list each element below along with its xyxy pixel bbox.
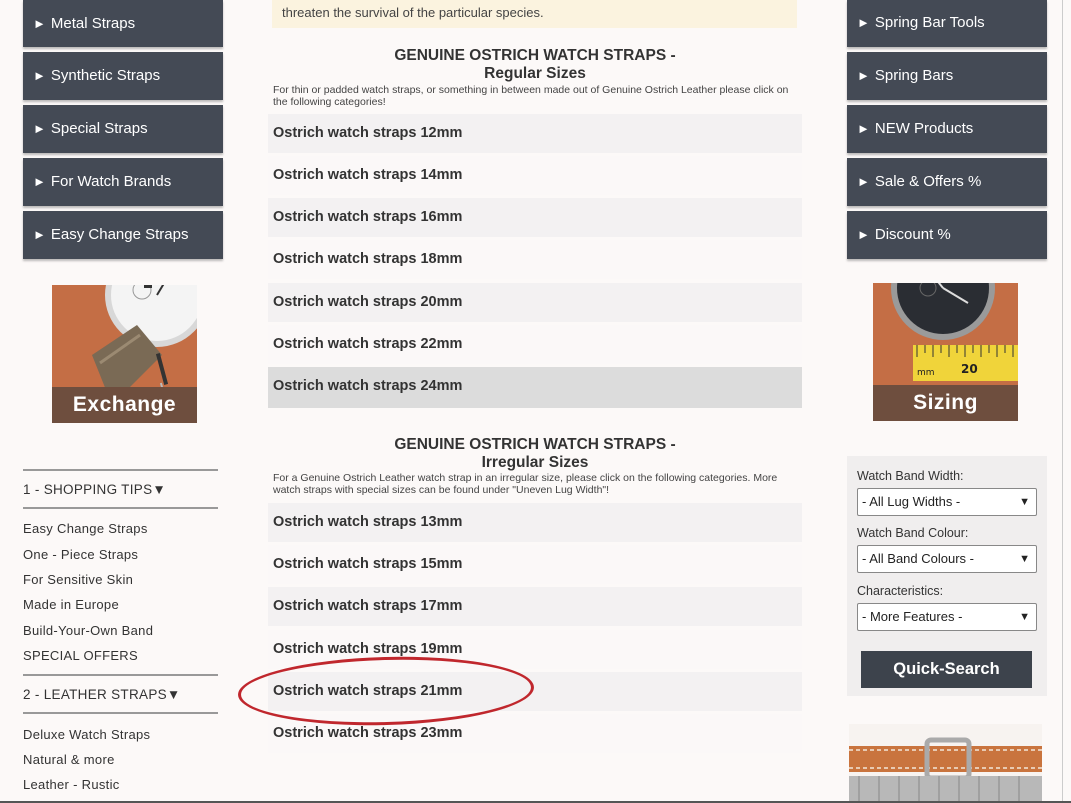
- list-item[interactable]: Ostrich watch straps 18mm: [268, 240, 802, 279]
- quick-search-button[interactable]: Quick-Search: [861, 651, 1032, 688]
- colour-filter-label: Watch Band Colour:: [857, 526, 969, 540]
- list-item[interactable]: Ostrich watch straps 17mm: [268, 587, 802, 626]
- scrollbar-edge: [1062, 0, 1063, 803]
- irregular-title-line1: GENUINE OSTRICH WATCH STRAPS -: [394, 436, 676, 453]
- strap-product-image[interactable]: [849, 724, 1042, 803]
- link-easy-change-straps[interactable]: Easy Change Straps: [23, 521, 148, 536]
- nav-new-products[interactable]: ► NEW Products: [847, 105, 1047, 153]
- triangle-right-icon: ►: [857, 68, 870, 83]
- characteristics-filter-select[interactable]: - More Features - ▼: [857, 603, 1037, 631]
- nav-label: Easy Change Straps: [50, 226, 189, 243]
- triangle-right-icon: ►: [33, 121, 46, 136]
- nav-for-watch-brands[interactable]: ► For Watch Brands: [23, 158, 223, 206]
- link-made-in-europe[interactable]: Made in Europe: [23, 597, 119, 612]
- nav-metal-straps[interactable]: ► Metal Straps: [23, 0, 223, 47]
- nav-label: Metal Straps: [50, 15, 136, 32]
- exchange-label: Exchange: [52, 387, 197, 423]
- sizing-label: Sizing: [873, 385, 1018, 421]
- nav-easy-change-straps[interactable]: ► Easy Change Straps: [23, 211, 223, 259]
- select-value: - All Band Colours -: [862, 551, 974, 566]
- list-item[interactable]: Ostrich watch straps 13mm: [268, 503, 802, 542]
- nav-spring-bar-tools[interactable]: ► Spring Bar Tools: [847, 0, 1047, 47]
- list-item[interactable]: Ostrich watch straps 12mm: [268, 114, 802, 153]
- triangle-right-icon: ►: [857, 15, 870, 30]
- colour-filter-select[interactable]: - All Band Colours - ▼: [857, 545, 1037, 573]
- nav-synthetic-straps[interactable]: ► Synthetic Straps: [23, 52, 223, 100]
- watch-strap-illustration: [849, 724, 1042, 803]
- triangle-right-icon: ►: [33, 174, 46, 189]
- list-item[interactable]: Ostrich watch straps 22mm: [268, 325, 802, 364]
- width-filter-select[interactable]: - All Lug Widths - ▼: [857, 488, 1037, 516]
- link-leather-rustic[interactable]: Leather - Rustic: [23, 777, 120, 792]
- width-filter-label: Watch Band Width:: [857, 469, 964, 483]
- chevron-down-icon: ▼: [1019, 611, 1030, 623]
- triangle-right-icon: ►: [857, 174, 870, 189]
- list-item[interactable]: Ostrich watch straps 20mm: [268, 283, 802, 322]
- triangle-right-icon: ►: [857, 227, 870, 242]
- list-item[interactable]: Ostrich watch straps 14mm: [268, 156, 802, 195]
- regular-title-line1: GENUINE OSTRICH WATCH STRAPS -: [394, 47, 676, 64]
- nav-sale-offers[interactable]: ► Sale & Offers %: [847, 158, 1047, 206]
- select-value: - All Lug Widths -: [862, 494, 961, 509]
- nav-label: NEW Products: [874, 120, 974, 137]
- chevron-down-icon: ▼: [1019, 496, 1030, 508]
- triangle-right-icon: ►: [33, 227, 46, 242]
- exchange-promo[interactable]: Exchange: [52, 285, 197, 423]
- nav-label: Synthetic Straps: [50, 67, 161, 84]
- species-notice: threaten the survival of the particular …: [272, 0, 797, 28]
- shopping-tips-heading[interactable]: 1 - SHOPPING TIPS▼: [23, 469, 218, 509]
- ruler-number: 20: [961, 362, 978, 376]
- regular-title-line2: Regular Sizes: [484, 65, 586, 82]
- list-item[interactable]: Ostrich watch straps 24mm: [268, 367, 802, 408]
- ruler-unit: mm: [917, 368, 935, 378]
- link-natural-and-more[interactable]: Natural & more: [23, 752, 115, 767]
- list-item[interactable]: Ostrich watch straps 16mm: [268, 198, 802, 237]
- list-item[interactable]: Ostrich watch straps 15mm: [268, 545, 802, 584]
- nav-label: Special Straps: [50, 120, 148, 137]
- irregular-description: For a Genuine Ostrich Leather watch stra…: [273, 472, 778, 496]
- sizing-promo[interactable]: mm 20 Sizing: [873, 283, 1018, 421]
- nav-discount[interactable]: ► Discount %: [847, 211, 1047, 259]
- nav-label: Spring Bar Tools: [874, 14, 985, 31]
- link-one-piece-straps[interactable]: One - Piece Straps: [23, 547, 138, 562]
- irregular-title-line2: Irregular Sizes: [481, 454, 589, 471]
- leather-straps-heading[interactable]: 2 - LEATHER STRAPS▼: [23, 674, 218, 714]
- characteristics-filter-label: Characteristics:: [857, 584, 944, 598]
- link-build-your-own-band[interactable]: Build-Your-Own Band: [23, 623, 153, 638]
- nav-label: For Watch Brands: [50, 173, 172, 190]
- nav-label: Discount %: [874, 226, 951, 243]
- nav-spring-bars[interactable]: ► Spring Bars: [847, 52, 1047, 100]
- triangle-right-icon: ►: [33, 68, 46, 83]
- chevron-down-icon: ▼: [1019, 553, 1030, 565]
- left-nav: ► Metal Straps ► Synthetic Straps ► Special…: [23, 0, 223, 264]
- nav-special-straps[interactable]: ► Special Straps: [23, 105, 223, 153]
- link-deluxe-watch-straps[interactable]: Deluxe Watch Straps: [23, 727, 150, 742]
- link-for-sensitive-skin[interactable]: For Sensitive Skin: [23, 572, 133, 587]
- nav-label: Spring Bars: [874, 67, 954, 84]
- link-special-offers[interactable]: SPECIAL OFFERS: [23, 648, 138, 663]
- right-nav: ► Spring Bar Tools ► Spring Bars ► NEW Prod…: [847, 0, 1047, 264]
- triangle-right-icon: ►: [857, 121, 870, 136]
- regular-description: For thin or padded watch straps, or some…: [273, 84, 789, 108]
- select-value: - More Features -: [862, 609, 963, 624]
- triangle-right-icon: ►: [33, 16, 46, 31]
- nav-label: Sale & Offers %: [874, 173, 982, 190]
